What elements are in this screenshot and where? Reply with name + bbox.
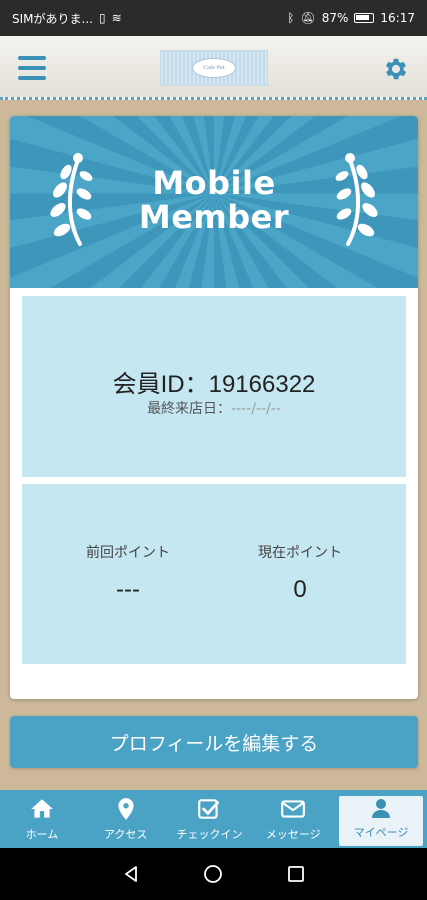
member-card: Mobile Member 会員ID：19166322 最終来店日：----/-…	[10, 116, 418, 699]
last-visit-value: ----/--/--	[231, 401, 281, 417]
gear-icon[interactable]	[382, 55, 410, 83]
current-points-label: 現在ポイント	[258, 545, 342, 561]
edit-profile-button[interactable]: プロフィールを編集する	[10, 716, 418, 768]
nav-item-access[interactable]: アクセス	[84, 790, 168, 848]
nav-item-message[interactable]: メッセージ	[251, 790, 335, 848]
location-pin-icon	[118, 798, 134, 820]
recents-square-icon[interactable]	[286, 864, 306, 884]
wifi-icon: ≋	[111, 11, 122, 25]
member-id-panel: 会員ID：19166322 最終来店日：----/--/--	[22, 296, 406, 477]
laurel-right-icon	[335, 153, 378, 246]
nav-label-home: ホーム	[25, 828, 59, 841]
points-panel: 前回ポイント --- 現在ポイント 0	[22, 484, 406, 664]
status-bar: SIMがありま... ▯ ≋ ᛒ 🔕︎ 87% 16:17	[0, 0, 427, 36]
nav-item-mypage[interactable]: マイページ	[339, 796, 423, 846]
nav-label-message: メッセージ	[265, 828, 321, 841]
current-points-value: 0	[293, 576, 307, 603]
bottom-nav: ホーム アクセス チェックイン メッセージ マイページ	[0, 790, 427, 848]
clock: 16:17	[380, 11, 415, 25]
nav-label-checkin: チェックイン	[176, 828, 243, 841]
member-id-value: 19166322	[208, 371, 316, 398]
battery-icon	[354, 13, 375, 23]
battery-percent: 87%	[321, 11, 349, 25]
last-visit: 最終来店日：----/--/--	[22, 398, 406, 418]
mute-icon: 🔕︎	[300, 11, 316, 25]
previous-points: 前回ポイント ---	[48, 542, 208, 604]
hamburger-menu-icon[interactable]	[18, 56, 46, 80]
back-triangle-icon[interactable]	[121, 864, 141, 884]
bluetooth-icon: ᛒ	[287, 11, 295, 25]
checkin-icon	[198, 799, 220, 819]
mobile-member-banner: Mobile Member	[10, 116, 418, 288]
logo-text: Cafe Pot	[192, 58, 236, 78]
carrier-text: SIMがありま...	[12, 11, 93, 26]
previous-points-label: 前回ポイント	[86, 545, 170, 561]
nav-item-checkin[interactable]: チェックイン	[168, 790, 252, 848]
member-id: 会員ID：19166322	[22, 364, 406, 399]
home-circle-icon[interactable]	[203, 864, 223, 884]
system-nav-bar	[0, 848, 427, 900]
person-icon	[372, 799, 391, 818]
mail-icon	[281, 800, 306, 818]
last-visit-label: 最終来店日：	[147, 401, 232, 417]
nav-label-mypage: マイページ	[353, 826, 409, 839]
nav-item-home[interactable]: ホーム	[0, 790, 84, 848]
current-points: 現在ポイント 0	[220, 542, 380, 604]
sim-icon: ▯	[98, 11, 106, 25]
shop-logo[interactable]: Cafe Pot	[160, 50, 268, 86]
app-header: Cafe Pot	[0, 36, 427, 100]
member-id-label: 会員ID：	[112, 371, 209, 398]
nav-label-access: アクセス	[103, 828, 148, 841]
home-icon	[31, 799, 53, 818]
previous-points-value: ---	[116, 576, 140, 603]
